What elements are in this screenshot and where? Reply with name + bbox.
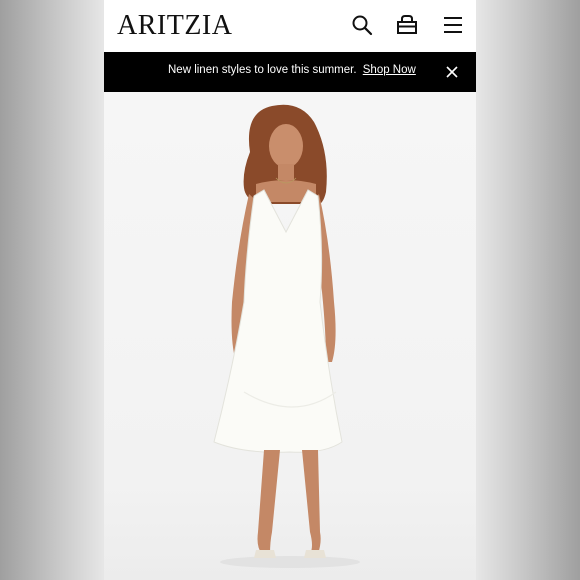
- menu-button[interactable]: [440, 12, 466, 38]
- promo-message: New linen styles to love this summer.: [168, 64, 357, 76]
- hero-image[interactable]: [104, 92, 476, 580]
- site-header: ARITZIA: [104, 0, 476, 52]
- promo-banner: New linen styles to love this summer. Sh…: [104, 52, 476, 92]
- shop-now-link[interactable]: Shop Now: [363, 64, 416, 76]
- brand-logo[interactable]: ARITZIA: [117, 10, 232, 42]
- bag-button[interactable]: [394, 12, 420, 38]
- bag-icon: [397, 15, 417, 34]
- search-button[interactable]: [349, 12, 375, 38]
- menu-icon: [444, 17, 462, 33]
- model-illustration: [213, 104, 360, 568]
- promo-text-row: New linen styles to love this summer. Sh…: [168, 64, 416, 76]
- banner-close-button[interactable]: [444, 64, 460, 80]
- search-icon: [352, 15, 373, 36]
- mobile-page: ARITZIA New linen styles to love this su…: [104, 0, 476, 580]
- close-icon: [446, 66, 458, 78]
